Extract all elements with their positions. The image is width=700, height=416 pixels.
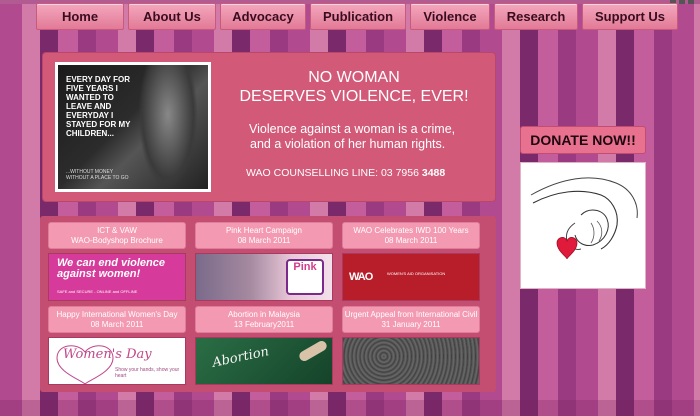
poster-photo: EVERY DAY FOR FIVE YEARS I WANTED TO LEA…: [58, 65, 208, 189]
counselling-number: 3488: [421, 167, 446, 179]
thumb-headline: We can end violence against women!: [57, 257, 166, 280]
news-thumbnail[interactable]: Women's Day Show your hands, show your h…: [48, 337, 186, 385]
news-card-subtitle: WAO-Bodyshop Brochure: [71, 235, 163, 245]
hero-poster-image[interactable]: EVERY DAY FOR FIVE YEARS I WANTED TO LEA…: [55, 62, 211, 192]
hand-icon: [297, 339, 329, 363]
news-panel: ICT & VAW WAO-Bodyshop Brochure We can e…: [40, 216, 496, 392]
news-thumbnail[interactable]: We can end violence against women! SAFE …: [48, 253, 186, 301]
news-card-subtitle: 13 February2011: [233, 319, 295, 329]
news-card-label: Urgent Appeal from International Civil 3…: [342, 306, 480, 333]
news-card-title: WAO Celebrates IWD 100 Years: [353, 225, 469, 235]
thumb-caption: Show your hands, show your heart: [115, 367, 180, 379]
hero-body-line1: Violence against a woman is a crime,: [249, 122, 456, 136]
news-card-label: WAO Celebrates IWD 100 Years 08 March 20…: [342, 222, 480, 249]
news-card-title: ICT & VAW: [97, 225, 137, 235]
news-card-wao-iwd[interactable]: WAO Celebrates IWD 100 Years 08 March 20…: [342, 222, 480, 302]
donate-heart-image[interactable]: [520, 162, 646, 289]
news-card-label: ICT & VAW WAO-Bodyshop Brochure: [48, 222, 186, 249]
news-card-label: Abortion in Malaysia 13 February2011: [195, 306, 333, 333]
news-card-womens-day[interactable]: Happy International Women's Day 08 March…: [48, 306, 186, 386]
bottom-strip: [0, 400, 700, 416]
news-card-pink-heart[interactable]: Pink Heart Campaign 08 March 2011 Pink: [195, 222, 333, 302]
news-thumbnail[interactable]: [342, 337, 480, 385]
nav-home[interactable]: Home: [36, 3, 124, 30]
news-thumbnail[interactable]: Pink: [195, 253, 333, 301]
poster-small-text: ...WITHOUT MONEY WITHOUT A PLACE TO GO: [66, 169, 129, 181]
hero-body-line2: and a violation of her human rights.: [250, 137, 446, 151]
news-card-subtitle: 08 March 2011: [237, 235, 291, 245]
news-card-ict-vaw[interactable]: ICT & VAW WAO-Bodyshop Brochure We can e…: [48, 222, 186, 302]
news-card-title: Pink Heart Campaign: [225, 225, 303, 235]
news-card-urgent-appeal[interactable]: Urgent Appeal from International Civil 3…: [342, 306, 480, 386]
news-thumbnail[interactable]: WAO WOMEN'S AID ORGANISATION: [342, 253, 480, 301]
hero-body: Violence against a woman is a crime, and…: [249, 122, 489, 152]
wao-logo-caption: WOMEN'S AID ORGANISATION: [387, 271, 446, 276]
donate-button[interactable]: DONATE NOW!!: [520, 126, 646, 154]
thumb-caption: SAFE and SECURE - ONLINE and OFFLINE: [57, 289, 138, 294]
nav-publication[interactable]: Publication: [310, 3, 406, 30]
nav-violence[interactable]: Violence: [410, 3, 490, 30]
news-card-title: Happy International Women's Day: [56, 309, 178, 319]
nav-about-us[interactable]: About Us: [128, 3, 216, 30]
news-card-subtitle: 08 March 2011: [90, 319, 144, 329]
hero-title-line2: DESERVES VIOLENCE, EVER!: [239, 88, 469, 105]
hero-title-line1: NO WOMAN: [308, 69, 400, 86]
news-card-subtitle: 08 March 2011: [384, 235, 438, 245]
counselling-label: WAO COUNSELLING LINE: 03 7956: [246, 167, 419, 179]
news-card-abortion[interactable]: Abortion in Malaysia 13 February2011 Abo…: [195, 306, 333, 386]
news-card-label: Happy International Women's Day 08 March…: [48, 306, 186, 333]
thumb-headline: Women's Day: [63, 347, 152, 362]
pink-heart-logo: Pink: [286, 259, 324, 295]
news-card-title: Abortion in Malaysia: [227, 309, 301, 319]
nav-advocacy[interactable]: Advocacy: [220, 3, 306, 30]
nav-research[interactable]: Research: [494, 3, 578, 30]
thumb-headline: Abortion: [211, 344, 271, 371]
news-thumbnail[interactable]: Abortion: [195, 337, 333, 385]
poster-text: EVERY DAY FOR FIVE YEARS I WANTED TO LEA…: [66, 75, 131, 138]
hero-title: NO WOMAN DESERVES VIOLENCE, EVER!: [229, 68, 479, 106]
counselling-line: WAO COUNSELLING LINE: 03 7956 3488: [246, 166, 486, 180]
main-nav: Home About Us Advocacy Publication Viole…: [36, 3, 692, 30]
news-card-title: Urgent Appeal from International Civil: [344, 309, 478, 319]
hand-heart-icon: [530, 177, 638, 260]
nav-support-us[interactable]: Support Us: [582, 3, 678, 30]
news-card-subtitle: 31 January 2011: [381, 319, 441, 329]
news-card-label: Pink Heart Campaign 08 March 2011: [195, 222, 333, 249]
hero-banner: EVERY DAY FOR FIVE YEARS I WANTED TO LEA…: [42, 52, 496, 202]
wao-logo: WAO: [349, 271, 373, 283]
